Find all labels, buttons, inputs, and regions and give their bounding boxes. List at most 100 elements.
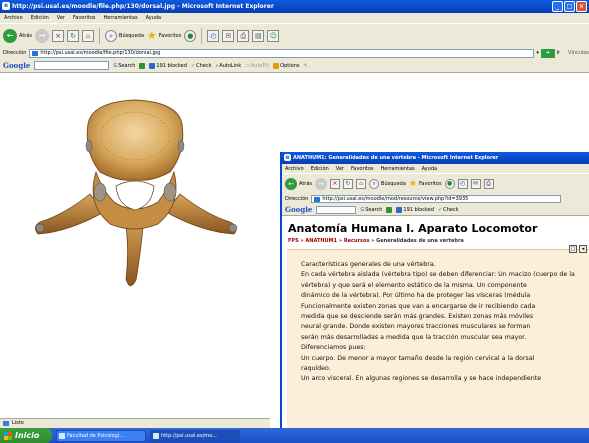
links-label[interactable]: Vínculos <box>568 50 589 56</box>
second-window-title: ANATHUM1: Generalidades de una vértebra … <box>293 155 499 161</box>
menu-favoritos[interactable]: Favoritos <box>73 15 96 23</box>
back-button[interactable]: ← Atrás <box>3 28 33 43</box>
toolbar-separator <box>201 27 203 44</box>
minimize-icon[interactable]: _ <box>552 1 563 12</box>
messenger-icon[interactable]: ☺ <box>267 29 280 42</box>
home-icon[interactable]: ⌂ <box>356 178 367 189</box>
second-browser-window[interactable]: ANATHUM1: Generalidades de una vértebra … <box>280 152 589 443</box>
menu-ayuda[interactable]: Ayuda <box>146 15 161 23</box>
pencil-icon[interactable]: ✎ <box>303 63 307 69</box>
address-input[interactable]: http://psi.usal.es/moodle/mod/resource/v… <box>311 194 562 203</box>
breadcrumb-anathum1[interactable]: ANATHUM1 <box>305 238 337 244</box>
search-label: Búsqueda <box>119 32 144 39</box>
google-search-icon: G <box>113 62 118 69</box>
taskbar-item[interactable]: http://psi.usal.es/mo... <box>150 429 240 442</box>
spellcheck-button[interactable]: ✓ Check <box>438 207 459 213</box>
toolbar-separator <box>99 27 101 44</box>
address-input[interactable]: http://psi.usal.es/moodle/file.php/130/d… <box>29 48 535 58</box>
options-icon <box>273 62 280 69</box>
search-label: Búsqueda <box>381 180 406 187</box>
back-label: Atrás <box>19 32 33 39</box>
google-search-button[interactable]: G Search <box>360 207 382 213</box>
menu-favoritos[interactable]: Favoritos <box>351 166 374 173</box>
window-icon[interactable]: □ <box>569 245 577 253</box>
favorites-label: Favoritos <box>418 180 442 187</box>
resource-content-panel: Características generales de una vértebr… <box>287 249 589 443</box>
arrow-left-icon[interactable]: ◂ <box>579 245 587 253</box>
google-search-button[interactable]: G Search <box>113 63 135 69</box>
popup-blocker-button[interactable]: 191 blocked <box>396 206 434 213</box>
popup-blocker-icon <box>396 206 403 213</box>
google-search-label: Search <box>365 206 383 213</box>
second-address-bar: Dirección http://psi.usal.es/moodle/mod/… <box>282 193 589 204</box>
autolink-button[interactable]: ⌕ AutoLink <box>215 63 241 69</box>
second-menubar: Archivo Edición Ver Favoritos Herramient… <box>282 164 589 173</box>
second-window-titlebar[interactable]: ANATHUM1: Generalidades de una vértebra … <box>282 152 589 164</box>
google-search-input[interactable] <box>316 205 357 214</box>
menu-ayuda[interactable]: Ayuda <box>422 166 437 173</box>
menu-edicion[interactable]: Edición <box>31 15 49 23</box>
edit-icon[interactable]: ▤ <box>252 29 265 42</box>
autofill-button[interactable]: ▭ AutoFill <box>245 63 269 69</box>
google-logo[interactable]: Google <box>285 205 312 214</box>
refresh-icon[interactable]: ↻ <box>343 178 354 189</box>
search-button[interactable]: ⌕ Búsqueda <box>369 178 406 189</box>
google-search-input[interactable] <box>34 61 110 70</box>
address-label: Dirección <box>3 50 27 56</box>
paragraph: medida que se desciende serán más grande… <box>301 313 534 321</box>
print-icon[interactable]: ⎙ <box>483 178 494 189</box>
google-logo[interactable]: Google <box>3 61 30 70</box>
forward-arrow-icon[interactable]: → <box>315 177 328 190</box>
mail-icon[interactable]: ✉ <box>470 178 481 189</box>
main-window-titlebar[interactable]: e http://psi.usal.es/moodle/file.php/130… <box>0 0 589 13</box>
address-dropdown-icon[interactable]: ▾ <box>536 50 539 56</box>
favorites-button[interactable]: ★ Favoritos <box>147 29 181 42</box>
pagerank-icon[interactable] <box>139 62 146 69</box>
menu-archivo[interactable]: Archivo <box>285 166 304 173</box>
resource-text: Características generales de una vértebr… <box>301 260 589 385</box>
menu-ver[interactable]: Ver <box>57 15 65 23</box>
course-header-icons: □ ◂ <box>569 245 587 253</box>
autolink-label: AutoLink <box>219 62 242 69</box>
history-icon[interactable]: ◴ <box>457 178 468 189</box>
home-icon[interactable]: ⌂ <box>82 29 95 42</box>
options-button[interactable]: Options <box>273 62 299 69</box>
start-button[interactable]: Inicio <box>0 428 52 443</box>
back-label: Atrás <box>299 180 313 187</box>
paragraph: En cada vértebra aislada (vértebra tipo)… <box>301 271 575 279</box>
print-icon[interactable]: ⎙ <box>237 29 250 42</box>
go-button[interactable]: ➔ <box>540 48 555 58</box>
favorites-button[interactable]: ★ Favoritos <box>409 179 442 189</box>
vertebral-foramen <box>115 180 155 211</box>
favorites-label: Favoritos <box>158 32 182 39</box>
media-icon[interactable]: ● <box>184 29 197 42</box>
popup-blocker-button[interactable]: 191 blocked <box>149 62 187 69</box>
breadcrumb-recursos[interactable]: Recursos <box>344 238 370 244</box>
menu-archivo[interactable]: Archivo <box>4 15 23 23</box>
menu-ver[interactable]: Ver <box>336 166 344 173</box>
status-text: Listo <box>12 420 24 426</box>
left-costal-facet <box>35 223 45 233</box>
history-icon[interactable]: ◴ <box>207 29 220 42</box>
close-icon[interactable]: × <box>576 1 587 12</box>
forward-arrow-icon[interactable]: → <box>35 28 50 43</box>
mail-icon[interactable]: ✉ <box>222 29 235 42</box>
menu-herramientas[interactable]: Herramientas <box>381 166 415 173</box>
course-header: Anatomía Humana I. Aparato Locomotor FPS… <box>282 216 589 244</box>
spellcheck-button[interactable]: ✓ Check <box>191 63 212 69</box>
refresh-icon[interactable]: ↻ <box>67 29 80 42</box>
search-button[interactable]: ⌕ Búsqueda <box>105 29 144 42</box>
stop-icon[interactable]: × <box>330 178 341 189</box>
menu-edicion[interactable]: Edición <box>311 166 329 173</box>
breadcrumb-fps[interactable]: FPS <box>288 238 299 244</box>
menu-herramientas[interactable]: Herramientas <box>104 15 138 23</box>
maximize-icon[interactable]: □ <box>564 1 575 12</box>
media-icon[interactable]: ● <box>444 178 455 189</box>
google-search-icon: G <box>360 206 365 213</box>
paragraph: Un cuerpo. De menor a mayor tamaño desde… <box>301 354 535 362</box>
back-button[interactable]: ← Atrás <box>285 177 313 190</box>
stop-icon[interactable]: × <box>52 29 65 42</box>
taskbar-item[interactable]: Facultad de Psicologí... <box>56 429 146 442</box>
left-transverse-process <box>35 193 105 235</box>
pagerank-icon[interactable] <box>386 206 393 213</box>
